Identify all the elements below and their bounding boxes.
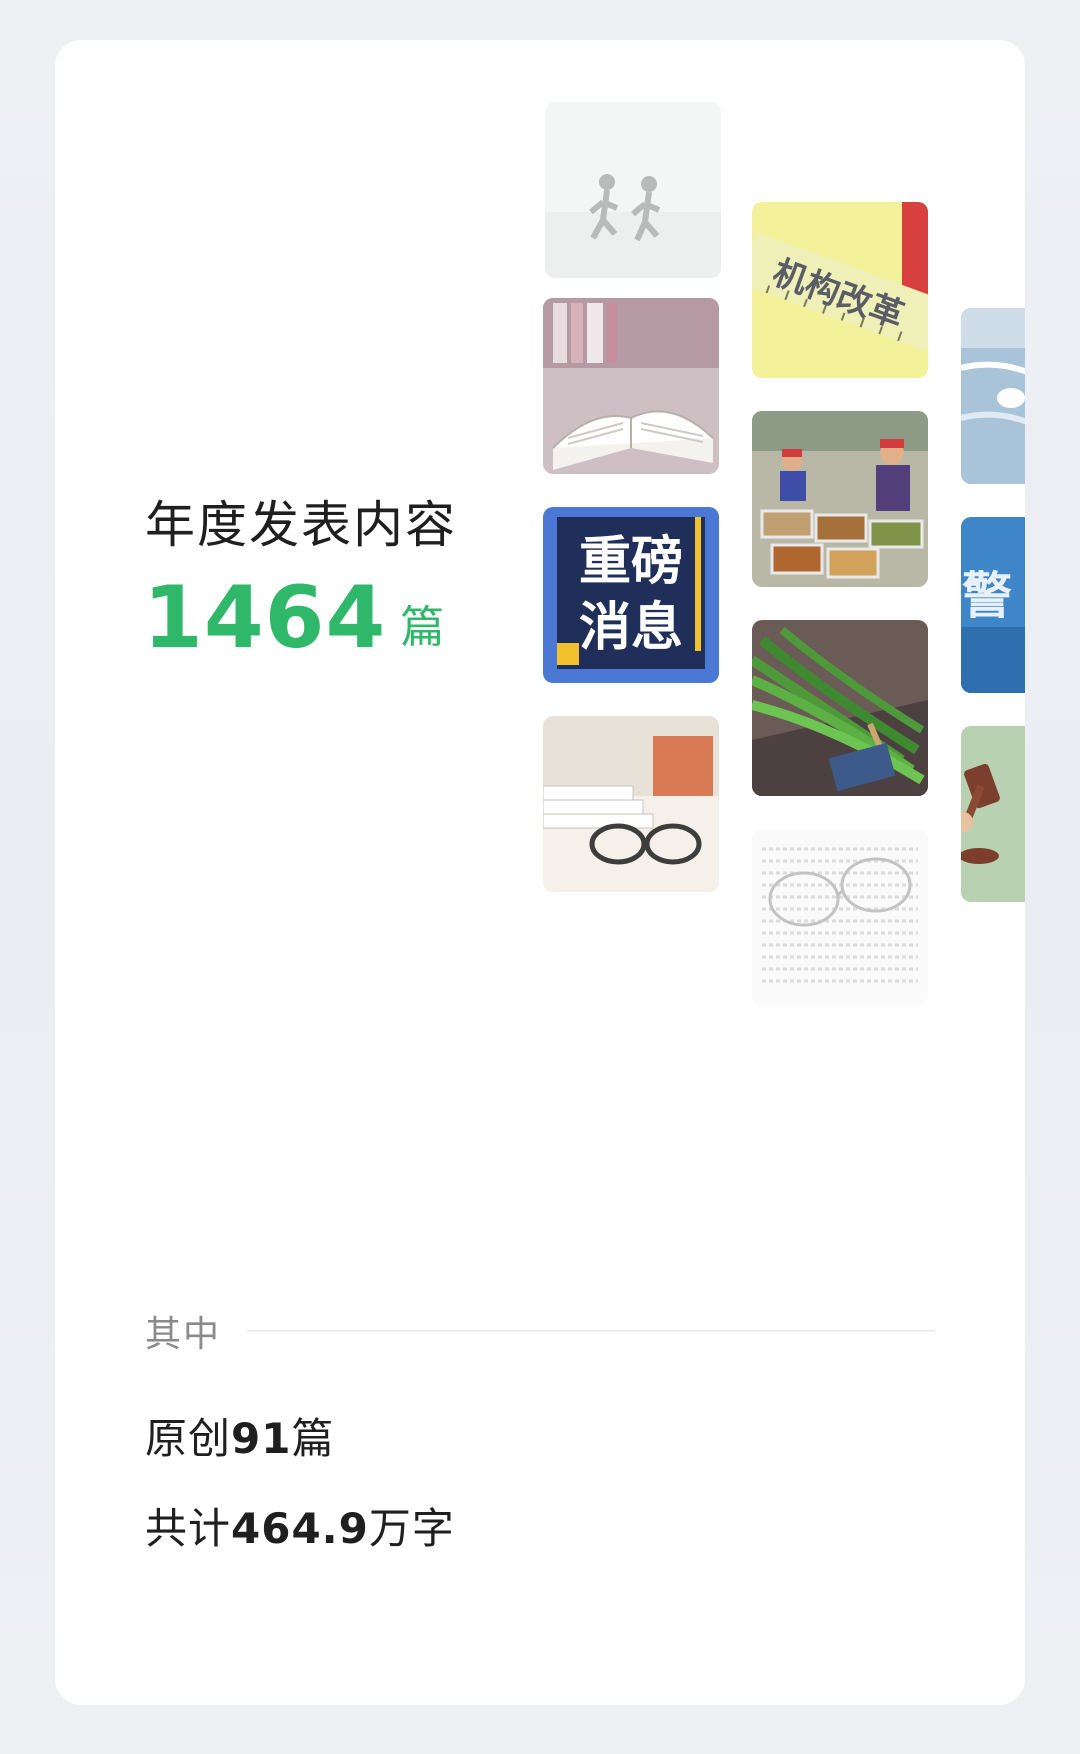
thumbnail-gavel — [961, 726, 1025, 902]
original-suffix: 篇 — [291, 1414, 335, 1463]
original-count: 91 — [231, 1414, 292, 1463]
original-count-stat: 原创91篇 — [145, 1405, 334, 1466]
publish-count: 1464 篇 — [143, 575, 444, 661]
thumbnail-books-glasses — [543, 716, 719, 892]
total-words: 464.9 — [231, 1504, 369, 1553]
headline: 年度发表内容 — [145, 496, 457, 554]
thumbnail-runners — [545, 102, 721, 278]
total-suffix: 万字 — [368, 1504, 455, 1553]
publish-count-number: 1464 — [143, 568, 387, 668]
thumbnail-vegetable-bundle — [752, 620, 928, 796]
police-text: 警 — [962, 567, 1012, 625]
original-prefix: 原创 — [145, 1414, 232, 1463]
thumbnail-canteen-food — [752, 411, 928, 587]
section-divider — [247, 1330, 935, 1332]
total-prefix: 共计 — [145, 1504, 232, 1553]
thumbnail-water — [961, 308, 1025, 484]
total-words-stat: 共计464.9万字 — [145, 1495, 455, 1556]
publish-count-unit: 篇 — [400, 602, 445, 653]
thumbnail-police: 警 — [961, 517, 1025, 693]
thumbnail-institutional-reform: 机构改革 — [752, 202, 928, 378]
breaking-news-line2: 消息 — [579, 598, 683, 658]
annual-summary-card: 年度发表内容 1464 篇 重磅 消息 机构改革 警 其中 原创91篇 共计46… — [55, 40, 1025, 1705]
details-section-header: 其中 — [145, 1305, 935, 1357]
breaking-news-line1: 重磅 — [579, 532, 683, 592]
thumbnail-breaking-news: 重磅 消息 — [543, 507, 719, 683]
thumbnail-newspaper-glasses — [752, 829, 928, 1005]
details-section-label: 其中 — [145, 1314, 222, 1355]
thumbnail-open-book — [543, 298, 719, 474]
